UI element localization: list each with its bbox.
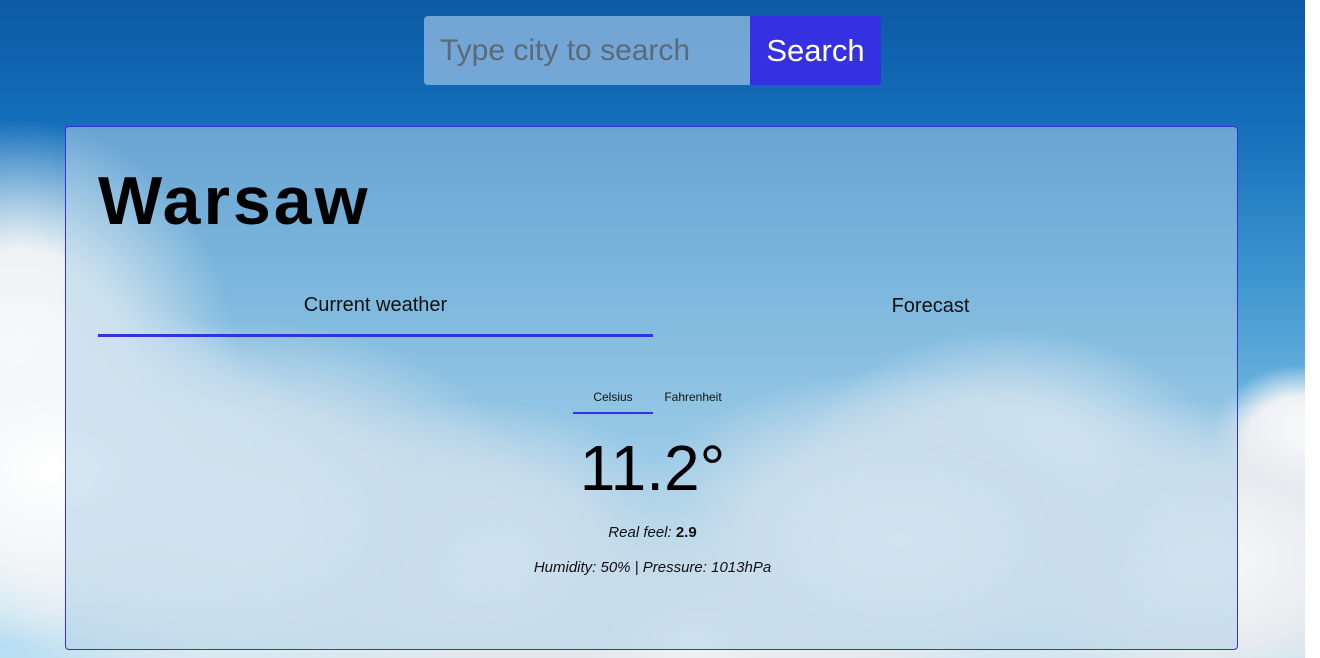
weather-app: Search Warsaw Current weather Forecast C… — [0, 0, 1305, 658]
unit-tab-fahrenheit[interactable]: Fahrenheit — [653, 383, 733, 414]
tab-forecast[interactable]: Forecast — [653, 283, 1208, 337]
unit-toggle: Celsius Fahrenheit — [573, 383, 733, 414]
search-bar: Search — [424, 16, 881, 85]
humidity-pressure-details: Humidity: 50% | Pressure: 1013hPa — [533, 559, 772, 576]
weather-card: Warsaw Current weather Forecast Celsius … — [65, 126, 1238, 650]
real-feel-value: 2.9 — [675, 524, 697, 541]
search-button[interactable]: Search — [750, 16, 881, 85]
real-feel: Real feel: 2.9 — [66, 523, 1239, 543]
city-search-input[interactable] — [424, 16, 750, 85]
real-feel-label: Real feel: — [608, 524, 672, 541]
weather-tabs: Current weather Forecast — [98, 283, 1208, 337]
unit-tab-celsius[interactable]: Celsius — [573, 383, 653, 414]
current-temperature: 11.2° — [579, 432, 726, 504]
tab-current-weather[interactable]: Current weather — [98, 283, 653, 337]
city-title: Warsaw — [98, 163, 371, 239]
